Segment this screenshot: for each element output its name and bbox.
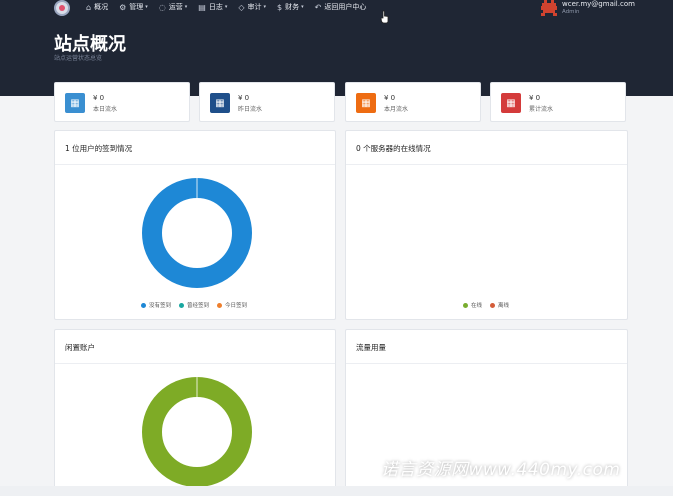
- stat-card-month: ▦ ¥ 0 本月流水: [345, 82, 481, 122]
- panel-header: 1 位用户的签到情况: [55, 131, 335, 165]
- checkin-donut-chart: [142, 178, 252, 288]
- checkin-panel: 1 位用户的签到情况 没有签到 曾经签到 今日签到: [54, 130, 336, 320]
- nav-item-label: 运营: [168, 3, 183, 11]
- calendar-icon: ▦: [210, 93, 230, 113]
- idle-donut-chart: [142, 377, 252, 487]
- panel-header: 流量用量: [346, 330, 627, 364]
- nav-item-2[interactable]: ◌ 运营 ▾: [159, 2, 188, 12]
- calendar-icon: ▦: [356, 93, 376, 113]
- nav-item-3[interactable]: ▤ 日志 ▾: [198, 2, 227, 12]
- legend-item[interactable]: 今日签到: [217, 301, 247, 309]
- stat-amount: ¥ 0: [93, 94, 105, 102]
- avatar[interactable]: [541, 0, 557, 16]
- legend-item[interactable]: 在线: [463, 301, 482, 309]
- home-icon: ⌂: [86, 2, 92, 12]
- site-logo[interactable]: [54, 0, 70, 16]
- donut-slice-0[interactable]: [142, 178, 252, 288]
- user-email: wcer.my@gmail.com: [562, 0, 635, 8]
- idle-accounts-panel: 闲置账户: [54, 329, 336, 496]
- top-nav: ⌂ 概况 ⚙ 管理 ▾ ◌ 运营 ▾ ▤ 日志 ▾ ◇ 审计 ▾ $ 财务 ▾ ↶ 返回用户中心 wcer.my@g…: [0, 0, 673, 16]
- return-icon: ↶: [314, 2, 322, 12]
- legend-label: 曾经签到: [187, 303, 210, 309]
- log-icon: ▤: [198, 2, 206, 12]
- watermark-text: 诺言资源网www.440my.com: [381, 460, 621, 480]
- servers-legend: 在线 离线: [463, 301, 509, 309]
- panel-title: 1 位用户的签到情况: [65, 144, 133, 153]
- gear-icon: ⚙: [119, 2, 127, 12]
- stat-label: 本月流水: [384, 106, 409, 113]
- legend-label: 今日签到: [225, 303, 248, 309]
- user-menu[interactable]: wcer.my@gmail.com Admin: [541, 0, 661, 18]
- stat-card-yesterday: ▦ ¥ 0 昨日流水: [199, 82, 335, 122]
- calendar-icon: ▦: [501, 93, 521, 113]
- chevron-down-icon: ▾: [184, 4, 188, 10]
- panel-title: 流量用量: [356, 343, 386, 352]
- bottom-strip: [0, 486, 673, 496]
- servers-panel: 0 个服务器的在线情况 在线 离线: [345, 130, 628, 320]
- checkin-legend: 没有签到 曾经签到 今日签到: [141, 301, 247, 309]
- panel-header: 闲置账户: [55, 330, 335, 364]
- stat-card-today: ▦ ¥ 0 本日流水: [54, 82, 190, 122]
- chat-icon: ◌: [158, 2, 166, 12]
- legend-item[interactable]: 离线: [490, 301, 509, 309]
- nav-item-label: 概况: [94, 3, 109, 11]
- finance-icon: $: [277, 2, 283, 12]
- stat-amount: ¥ 0: [384, 94, 396, 102]
- chevron-down-icon: ▾: [301, 4, 304, 10]
- panel-title: 0 个服务器的在线情况: [356, 144, 431, 153]
- stat-label: 累计流水: [529, 106, 554, 113]
- calendar-icon: ▦: [65, 93, 85, 113]
- nav-item-label: 管理: [129, 3, 144, 11]
- chevron-down-icon: ▾: [263, 4, 267, 10]
- panel-header: 0 个服务器的在线情况: [346, 131, 627, 165]
- nav-item-1[interactable]: ⚙ 管理 ▾: [119, 2, 148, 12]
- nav-item-6[interactable]: ↶ 返回用户中心: [315, 2, 367, 12]
- legend-dot-icon: [141, 302, 146, 308]
- legend-label: 离线: [498, 303, 510, 309]
- legend-dot-icon: [179, 302, 185, 308]
- nav-item-4[interactable]: ◇ 审计 ▾: [238, 2, 266, 12]
- stat-amount: ¥ 0: [238, 94, 250, 102]
- user-role: Admin: [562, 9, 580, 15]
- mouse-cursor-icon: [380, 10, 389, 24]
- chevron-down-icon: ▾: [145, 4, 148, 10]
- panel-title: 闲置账户: [65, 343, 95, 352]
- nav-item-label: 财务: [285, 3, 300, 11]
- nav-item-label: 返回用户中心: [324, 3, 367, 11]
- legend-dot-icon: [217, 302, 223, 308]
- nav-item-0[interactable]: ⌂ 概况: [86, 2, 108, 12]
- legend-dot-icon: [463, 302, 468, 308]
- nav-item-label: 日志: [208, 3, 223, 11]
- legend-item[interactable]: 曾经签到: [179, 301, 209, 309]
- legend-dot-icon: [490, 302, 496, 308]
- donut-slice-0[interactable]: [142, 377, 252, 487]
- nav-menu: ⌂ 概况 ⚙ 管理 ▾ ◌ 运营 ▾ ▤ 日志 ▾ ◇ 审计 ▾ $ 财务 ▾ ↶ 返回用户中心: [86, 2, 377, 12]
- stat-label: 昨日流水: [238, 106, 263, 113]
- legend-item[interactable]: 没有签到: [141, 301, 171, 309]
- shield-icon: ◇: [238, 2, 245, 12]
- chevron-down-icon: ▾: [224, 4, 228, 10]
- stat-label: 本日流水: [93, 106, 118, 113]
- stat-amount: ¥ 0: [529, 94, 541, 102]
- stat-card-total: ▦ ¥ 0 累计流水: [490, 82, 626, 122]
- nav-item-label: 审计: [247, 3, 262, 11]
- legend-label: 在线: [471, 303, 483, 309]
- legend-label: 没有签到: [149, 303, 172, 309]
- nav-item-5[interactable]: $ 财务 ▾: [277, 2, 304, 12]
- page-subtitle: 站点运营状态总览: [54, 55, 103, 62]
